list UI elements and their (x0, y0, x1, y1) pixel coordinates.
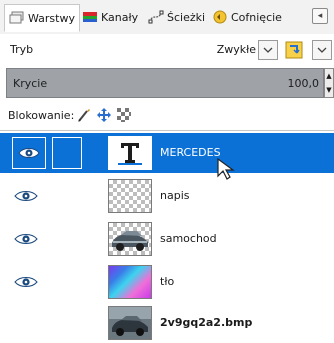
undo-history-icon (212, 10, 228, 24)
lock-alpha-icon[interactable] (116, 107, 132, 126)
layer-name[interactable]: 2v9gq2a2.bmp (160, 316, 252, 329)
layer-name[interactable]: MERCEDES (160, 146, 221, 159)
layer-thumbnail (108, 265, 152, 299)
spin-up-icon[interactable]: ▲ (325, 69, 333, 83)
tab-undo-history[interactable]: Cofnięcie (212, 5, 282, 29)
tab-label: Warstwy (28, 11, 75, 25)
mode-value[interactable]: Zwykłe (217, 43, 256, 56)
layer-name[interactable]: tło (160, 275, 174, 288)
layer-row-napis[interactable]: napis (0, 176, 334, 216)
tab-label: Kanały (101, 10, 139, 24)
layer-thumbnail (108, 179, 152, 213)
lock-position-icon[interactable] (96, 107, 112, 126)
link-toggle[interactable] (52, 137, 82, 169)
eye-icon[interactable] (14, 232, 38, 246)
dock-tab-bar: Warstwy Kanały Ścieżki Cofnięcie ◂ (0, 0, 334, 35)
eye-icon (18, 148, 40, 158)
text-layer-icon (110, 138, 150, 168)
layers-icon (9, 11, 25, 25)
layer-thumbnail (108, 222, 152, 256)
tab-label: Ścieżki (167, 10, 206, 24)
chevron-down-icon (317, 47, 327, 53)
tab-paths[interactable]: Ścieżki (148, 5, 205, 29)
tab-menu-button[interactable]: ◂ (312, 8, 328, 24)
mode-dropdown-button[interactable] (258, 40, 278, 60)
mode-reset-button[interactable] (284, 40, 304, 60)
tab-channels[interactable]: Kanały (82, 5, 138, 29)
mode-row: Tryb Zwykłe (0, 34, 334, 66)
tab-label: Cofnięcie (231, 10, 282, 24)
visibility-toggle[interactable] (12, 137, 46, 169)
layer-row-background-photo[interactable]: 2v9gq2a2.bmp (0, 303, 334, 343)
layer-row-tlo[interactable]: tło (0, 262, 334, 302)
layer-row-mercedes[interactable]: MERCEDES (0, 133, 334, 180)
mode-options-button[interactable] (312, 40, 332, 60)
paths-icon (148, 10, 164, 24)
eye-icon[interactable] (14, 189, 38, 203)
layer-row-samochod[interactable]: samochod (0, 219, 334, 259)
layer-name[interactable]: samochod (160, 232, 217, 245)
eye-icon[interactable] (14, 275, 38, 289)
mode-label: Tryb (10, 43, 34, 56)
layer-thumbnail (108, 136, 152, 170)
layer-thumbnail (108, 306, 152, 340)
layers-list: MERCEDES napis samochod tło 2v9gq2a2.bmp (0, 130, 334, 342)
layer-name[interactable]: napis (160, 189, 189, 202)
mode-switch-icon (285, 41, 303, 59)
lock-label: Blokowanie: (8, 109, 75, 122)
tab-menu-icon: ◂ (317, 11, 323, 21)
opacity-spinner[interactable]: ▲ ▼ (324, 68, 334, 98)
photo-thumbnail-icon (109, 307, 151, 339)
opacity-label: Krycie (13, 77, 48, 90)
channels-icon (82, 10, 98, 24)
chevron-down-icon (263, 47, 273, 53)
opacity-value[interactable]: 100,0 (288, 77, 320, 90)
car-thumbnail-icon (112, 231, 148, 251)
opacity-slider[interactable]: Krycie 100,0 (6, 68, 324, 98)
tab-layers[interactable]: Warstwy (4, 4, 80, 32)
spin-down-icon[interactable]: ▼ (325, 83, 333, 97)
lock-row: Blokowanie: (0, 100, 334, 130)
lock-pixels-icon[interactable] (76, 107, 92, 126)
